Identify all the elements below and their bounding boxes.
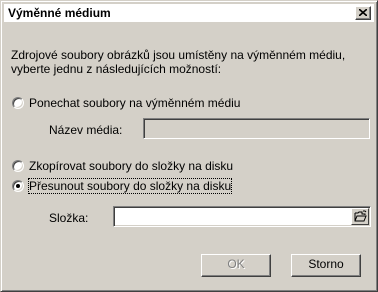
radio-copy-to-disk[interactable]: Zkopírovat soubory do složky na disku — [12, 159, 233, 173]
media-name-field — [143, 118, 370, 139]
media-name-label: Název média: — [49, 123, 123, 137]
description-line-2: vyberte jednu z následujících možností: — [11, 62, 222, 76]
description-line-1: Zdrojové soubory obrázků jsou umístěny n… — [11, 48, 346, 62]
close-button[interactable] — [355, 6, 371, 20]
radio-keep-circle[interactable] — [12, 97, 24, 109]
radio-copy-circle[interactable] — [12, 160, 24, 172]
radio-move-to-disk[interactable]: Přesunout soubory do složky na disku — [12, 178, 233, 194]
radio-keep-on-media[interactable]: Ponechat soubory na výměnném médiu — [12, 96, 240, 110]
dialog-window: Výměnné médium Zdrojové soubory obrázků … — [0, 0, 378, 292]
window-title: Výměnné médium — [8, 6, 111, 20]
folder-field[interactable] — [113, 206, 371, 227]
folder-open-icon — [354, 210, 367, 222]
radio-copy-label[interactable]: Zkopírovat soubory do složky na disku — [29, 159, 233, 173]
radio-move-label[interactable]: Přesunout soubory do složky na disku — [27, 178, 233, 194]
folder-label: Složka: — [49, 211, 89, 225]
cancel-button[interactable]: Storno — [291, 254, 361, 277]
close-icon — [359, 9, 367, 16]
ok-button[interactable]: OK — [201, 254, 271, 277]
browse-folder-button[interactable] — [351, 208, 369, 225]
radio-keep-label[interactable]: Ponechat soubory na výměnném médiu — [29, 96, 240, 110]
radio-move-circle[interactable] — [12, 180, 24, 192]
description-text: Zdrojové soubory obrázků jsou umístěny n… — [11, 48, 371, 76]
title-bar[interactable]: Výměnné médium — [4, 4, 374, 22]
